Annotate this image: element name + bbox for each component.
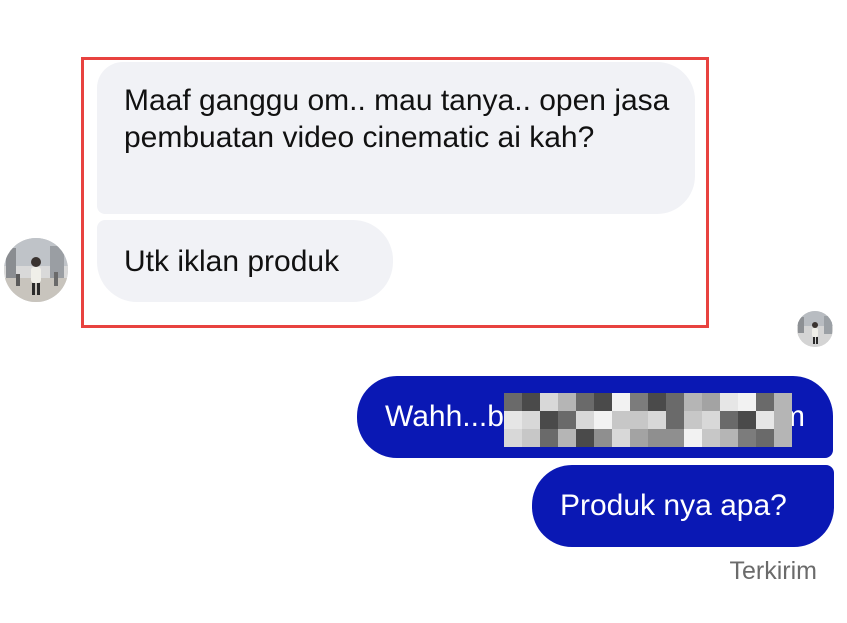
mosaic-cell — [774, 411, 792, 429]
chat-thread: Maaf ganggu om.. mau tanya.. open jasa p… — [0, 0, 847, 623]
mosaic-cell — [522, 429, 540, 447]
contact-avatar[interactable] — [4, 238, 68, 302]
contact-avatar-photo — [4, 238, 68, 302]
incoming-message-bubble[interactable]: Maaf ganggu om.. mau tanya.. open jasa p… — [97, 62, 695, 214]
mosaic-cell — [720, 429, 738, 447]
mosaic-cell — [666, 411, 684, 429]
mosaic-cell — [702, 411, 720, 429]
mosaic-cell — [738, 429, 756, 447]
mosaic-cell — [774, 429, 792, 447]
seen-avatar-photo — [797, 311, 833, 347]
mosaic-cell — [648, 429, 666, 447]
mosaic-cell — [666, 393, 684, 411]
mosaic-cell — [702, 429, 720, 447]
mosaic-cell — [648, 411, 666, 429]
mosaic-cell — [540, 411, 558, 429]
mosaic-cell — [666, 429, 684, 447]
mosaic-cell — [522, 393, 540, 411]
mosaic-cell — [504, 411, 522, 429]
mosaic-cell — [738, 411, 756, 429]
mosaic-cell — [756, 393, 774, 411]
mosaic-cell — [504, 393, 522, 411]
mosaic-cell — [756, 429, 774, 447]
mosaic-cell — [576, 429, 594, 447]
mosaic-cell — [594, 429, 612, 447]
mosaic-cell — [684, 393, 702, 411]
mosaic-cell — [756, 411, 774, 429]
mosaic-cell — [594, 411, 612, 429]
outgoing-message-bubble[interactable]: Produk nya apa? — [532, 465, 834, 547]
incoming-message-bubble[interactable]: Utk iklan produk — [97, 220, 393, 302]
mosaic-cell — [702, 393, 720, 411]
mosaic-cell — [522, 411, 540, 429]
mosaic-cell — [720, 393, 738, 411]
mosaic-cell — [558, 393, 576, 411]
mosaic-cell — [558, 429, 576, 447]
mosaic-cell — [630, 411, 648, 429]
mosaic-cell — [504, 429, 522, 447]
mosaic-cell — [720, 411, 738, 429]
mosaic-cell — [558, 411, 576, 429]
mosaic-cell — [774, 393, 792, 411]
message-text: Wahh...b — [385, 400, 504, 433]
mosaic-cell — [630, 393, 648, 411]
mosaic-cell — [540, 429, 558, 447]
redacted-text-mosaic — [504, 393, 792, 447]
mosaic-cell — [648, 393, 666, 411]
mosaic-cell — [612, 411, 630, 429]
mosaic-cell — [684, 429, 702, 447]
mosaic-cell — [594, 393, 612, 411]
mosaic-cell — [576, 393, 594, 411]
mosaic-cell — [540, 393, 558, 411]
mosaic-cell — [612, 393, 630, 411]
mosaic-cell — [576, 411, 594, 429]
message-status-label: Terkirim — [729, 557, 818, 585]
mosaic-cell — [612, 429, 630, 447]
seen-avatar-icon — [797, 311, 833, 347]
mosaic-cell — [684, 411, 702, 429]
mosaic-cell — [738, 393, 756, 411]
mosaic-cell — [630, 429, 648, 447]
